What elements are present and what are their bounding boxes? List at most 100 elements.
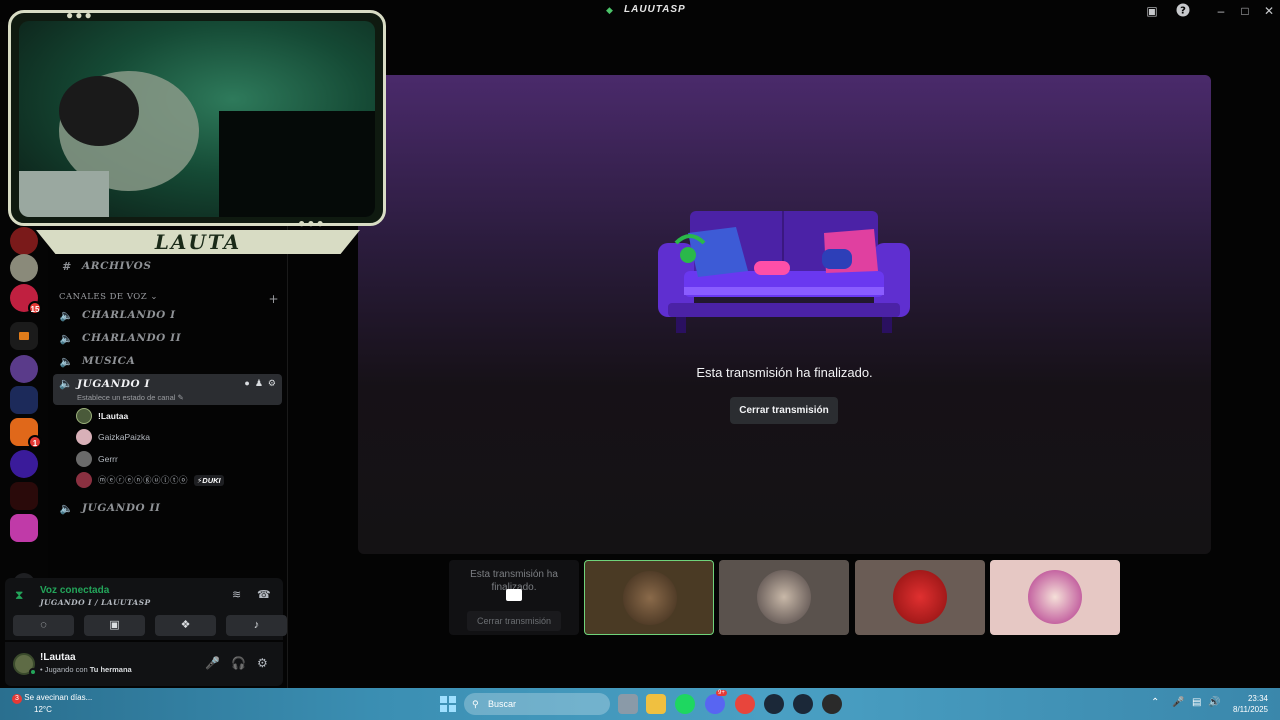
channel-actions: ● ♟ ⚙ bbox=[244, 378, 276, 389]
maximize-icon[interactable]: □ bbox=[1237, 3, 1253, 19]
window-title: ◆ LAUUTASP bbox=[606, 4, 686, 15]
webcam-frame bbox=[8, 10, 386, 226]
server-icon[interactable]: 15 bbox=[10, 284, 42, 315]
gear-icon[interactable]: ⚙ bbox=[257, 656, 268, 670]
help-icon[interactable]: ? bbox=[1175, 3, 1191, 19]
screen-share-button[interactable]: ▣ bbox=[84, 615, 145, 636]
chrome-icon[interactable] bbox=[735, 694, 755, 714]
task-view-icon[interactable] bbox=[618, 694, 638, 714]
user-activity: • Jugando con Tu hermana bbox=[40, 665, 132, 674]
webcam-overlay: ●●● ●●● LAUTA bbox=[8, 8, 386, 256]
voice-member[interactable]: Gerrr bbox=[76, 450, 118, 468]
participant-tile[interactable] bbox=[584, 560, 714, 635]
search-icon: ⚲ bbox=[472, 699, 479, 709]
minimize-icon[interactable]: – bbox=[1213, 3, 1229, 19]
couch-illustration bbox=[658, 211, 910, 333]
invite-icon[interactable]: ♟ bbox=[255, 378, 263, 389]
server-icon[interactable]: 1 bbox=[10, 418, 42, 449]
avatar bbox=[757, 570, 811, 624]
taskbar-search[interactable]: ⚲ Buscar bbox=[464, 693, 610, 715]
server-icon[interactable] bbox=[10, 355, 38, 383]
soundboard-button[interactable]: ♪ bbox=[226, 615, 287, 636]
voice-channel-musica[interactable]: 🔈 MUSICA bbox=[53, 350, 281, 372]
participant-tile[interactable] bbox=[719, 560, 849, 635]
speaker-icon: 🔈 bbox=[59, 501, 75, 515]
volume-icon[interactable]: 🔊 bbox=[1208, 697, 1220, 708]
hash-icon: # bbox=[62, 259, 72, 273]
inbox-icon[interactable]: ▣ bbox=[1144, 3, 1160, 19]
voice-channel-charlando-1[interactable]: 🔈 CHARLANDO I bbox=[53, 304, 281, 326]
weather-widget[interactable]: 3 Se avecinan días... 12°C bbox=[12, 692, 92, 715]
voice-connected-panel: ⧗ Voz conectada JUGANDO I / LAUUTASP ≋ ☎… bbox=[5, 578, 287, 640]
avatar bbox=[76, 429, 92, 445]
close-stream-button[interactable]: Cerrar transmisión bbox=[730, 397, 838, 424]
signal-icon[interactable]: ⧗ bbox=[15, 588, 23, 603]
steam-icon[interactable] bbox=[764, 694, 784, 714]
decoration-dots: ●●● bbox=[66, 8, 94, 22]
steam-icon[interactable] bbox=[793, 694, 813, 714]
noise-suppression-icon[interactable]: ≋ bbox=[232, 588, 241, 601]
participant-tile[interactable] bbox=[855, 560, 985, 635]
microphone-icon[interactable]: 🎤 bbox=[205, 656, 220, 670]
headphones-icon[interactable]: 🎧 bbox=[231, 656, 246, 670]
online-status-icon bbox=[29, 668, 37, 676]
avatar bbox=[623, 571, 677, 625]
self-stream-tile[interactable]: Esta transmisión ha finalizado. Cerrar t… bbox=[449, 560, 579, 635]
discord-badge: 9+ bbox=[716, 690, 727, 696]
participant-tile[interactable] bbox=[990, 560, 1120, 635]
voice-channel-jugando-2[interactable]: 🔈 JUGANDO II bbox=[53, 497, 281, 519]
close-icon[interactable]: ✕ bbox=[1261, 3, 1277, 19]
decoration-dots: ●●● bbox=[298, 216, 326, 230]
activities-button[interactable]: ❖ bbox=[155, 615, 216, 636]
voice-channel-charlando-2[interactable]: 🔈 CHARLANDO II bbox=[53, 327, 281, 349]
member-tag: ⚡DUKI bbox=[194, 474, 224, 486]
stream-stage: Esta transmisión ha finalizado. Cerrar t… bbox=[358, 75, 1211, 554]
server-badge: 1 bbox=[28, 435, 42, 449]
user-panel: !Lautaa • Jugando con Tu hermana 🎤 🎧 ⚙ bbox=[5, 642, 283, 686]
chevron-down-icon: ⌄ bbox=[150, 292, 159, 302]
chevron-up-icon[interactable]: ⌃ bbox=[1151, 697, 1159, 708]
stream-ended-message: Esta transmisión ha finalizado. bbox=[696, 365, 873, 380]
discord-window: ◆ LAUUTASP ▣ ? – □ ✕ 15 1 + # AR bbox=[0, 0, 1280, 688]
camera-button[interactable]: ◌ bbox=[13, 615, 74, 636]
speaker-icon: 🔈 bbox=[59, 331, 75, 345]
monitor-icon bbox=[506, 589, 522, 601]
server-icon[interactable] bbox=[10, 450, 38, 478]
channel-status[interactable]: Establece un estado de canal ✎ bbox=[77, 393, 184, 402]
voice-channel-jugando-1[interactable]: 🔈 JUGANDO I Establece un estado de canal… bbox=[53, 374, 282, 405]
windows-start-icon[interactable] bbox=[438, 694, 458, 714]
pencil-icon: ✎ bbox=[177, 393, 184, 402]
app-icon[interactable] bbox=[822, 694, 842, 714]
discord-icon[interactable]: 9+ bbox=[705, 690, 727, 714]
file-explorer-icon[interactable] bbox=[646, 694, 666, 714]
chat-icon[interactable]: ● bbox=[244, 378, 249, 389]
voice-member[interactable]: GaizkaPaizka bbox=[76, 428, 150, 446]
speaker-icon: 🔈 bbox=[59, 378, 73, 390]
text-channel-archivos[interactable]: # ARCHIVOS bbox=[53, 255, 281, 277]
taskbar: 3 Se avecinan días... 12°C ⚲ Buscar 9+ ⌃… bbox=[0, 688, 1280, 720]
avatar bbox=[76, 472, 92, 488]
gear-icon[interactable]: ⚙ bbox=[268, 378, 276, 389]
disconnect-icon[interactable]: ☎ bbox=[257, 588, 271, 601]
webcam-video bbox=[19, 21, 375, 217]
taskbar-clock[interactable]: 23:34 8/11/2025 bbox=[1228, 693, 1268, 715]
webcam-name-banner: LAUTA bbox=[36, 230, 360, 254]
server-icon[interactable] bbox=[10, 514, 38, 542]
avatar bbox=[76, 451, 92, 467]
svg-text:?: ? bbox=[1180, 6, 1186, 17]
folder-icon[interactable] bbox=[10, 322, 38, 350]
weather-badge: 3 bbox=[12, 694, 22, 704]
tile-close-stream-button[interactable]: Cerrar transmisión bbox=[467, 611, 561, 631]
voice-member[interactable]: ⓜⓔⓡⓔⓝⓖⓤⓛⓣⓞ ⚡DUKI bbox=[76, 471, 224, 489]
server-icon[interactable] bbox=[10, 254, 38, 282]
network-icon[interactable]: ▤ bbox=[1192, 697, 1201, 708]
microphone-icon[interactable]: 🎤 bbox=[1172, 697, 1184, 708]
speaker-icon: 🔈 bbox=[59, 354, 75, 368]
speaker-icon: 🔈 bbox=[59, 308, 75, 322]
avatar bbox=[893, 570, 947, 624]
spotify-icon[interactable] bbox=[675, 694, 695, 714]
voice-member[interactable]: !Lautaa bbox=[76, 407, 128, 425]
avatar bbox=[76, 408, 92, 424]
server-icon[interactable] bbox=[10, 386, 38, 414]
server-icon[interactable] bbox=[10, 482, 38, 510]
